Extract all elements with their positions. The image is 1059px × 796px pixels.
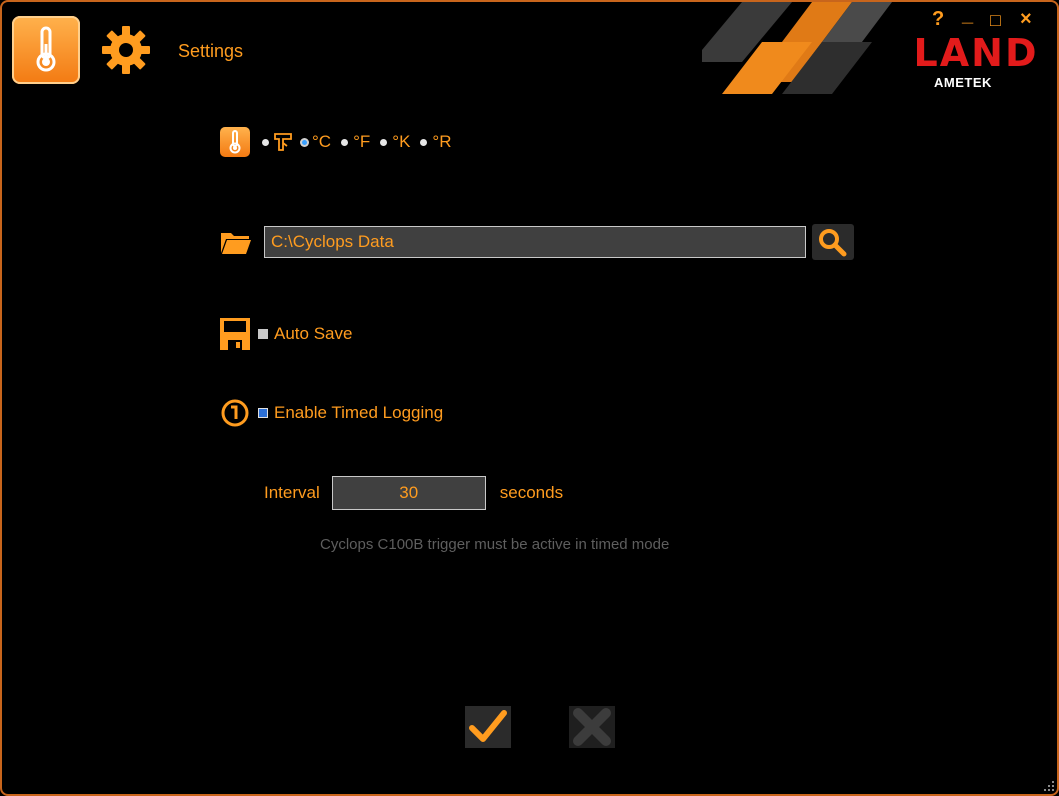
auto-save-checkbox[interactable] xyxy=(258,329,268,339)
timer-icon xyxy=(221,399,249,427)
browse-folder-button[interactable] xyxy=(812,224,854,260)
settings-window: Settings ? _ □ × LAND AMETEK °C °F °K °R… xyxy=(0,0,1059,796)
unit-radio-group: °C °F °K °R xyxy=(262,132,461,152)
close-icon xyxy=(573,708,611,746)
resize-grip-icon[interactable] xyxy=(1043,780,1055,792)
unit-label-fahrenheit: °F xyxy=(353,132,371,151)
thermometer-icon[interactable] xyxy=(12,16,80,84)
minimize-button[interactable]: _ xyxy=(962,4,973,27)
help-button[interactable]: ? xyxy=(932,8,944,31)
unit-label-rankine: °R xyxy=(432,132,452,151)
timed-logging-checkbox[interactable] xyxy=(258,408,268,418)
unit-radio-rankine[interactable]: °R xyxy=(420,132,451,152)
unit-radio-celsius[interactable]: °C xyxy=(302,132,331,152)
close-window-button[interactable]: × xyxy=(1020,8,1032,31)
unit-radio-kelvin[interactable]: °K xyxy=(380,132,410,152)
cancel-button[interactable] xyxy=(569,706,615,748)
unit-radio-emissivity[interactable] xyxy=(262,132,292,152)
auto-save-row: Auto Save xyxy=(220,318,352,350)
unit-label-celsius: °C xyxy=(312,132,332,151)
title-bar: Settings ? _ □ × LAND AMETEK xyxy=(2,2,1057,94)
interval-label: Interval xyxy=(264,483,320,502)
checkmark-icon xyxy=(469,710,507,742)
interval-note: Cyclops C100B trigger must be active in … xyxy=(320,536,670,553)
gear-icon[interactable] xyxy=(100,24,152,76)
timed-logging-label[interactable]: Enable Timed Logging xyxy=(274,403,443,423)
land-logo: LAND xyxy=(914,32,1038,72)
folder-icon xyxy=(221,233,251,254)
thermometer-icon xyxy=(220,127,250,157)
ok-button[interactable] xyxy=(465,706,511,748)
temperature-unit-row: °C °F °K °R xyxy=(220,126,461,158)
unit-label-kelvin: °K xyxy=(392,132,411,151)
ametek-logo: AMETEK xyxy=(934,75,992,90)
timed-logging-row: Enable Timed Logging xyxy=(220,398,443,428)
maximize-button[interactable]: □ xyxy=(990,10,1001,31)
interval-row: Interval 30 seconds xyxy=(264,476,563,510)
data-folder-row: C:\Cyclops Data xyxy=(220,224,854,260)
unit-radio-fahrenheit[interactable]: °F xyxy=(341,132,370,152)
radiation-gun-icon xyxy=(274,133,292,151)
data-folder-input[interactable]: C:\Cyclops Data xyxy=(264,226,806,258)
svg-text:LAND: LAND xyxy=(914,32,1038,72)
page-title: Settings xyxy=(178,41,244,61)
auto-save-label[interactable]: Auto Save xyxy=(274,324,352,344)
interval-unit-label: seconds xyxy=(499,483,564,502)
interval-input[interactable]: 30 xyxy=(331,476,486,510)
floppy-disk-icon xyxy=(220,318,250,350)
decorative-stripes xyxy=(702,2,892,94)
search-icon xyxy=(819,229,847,257)
